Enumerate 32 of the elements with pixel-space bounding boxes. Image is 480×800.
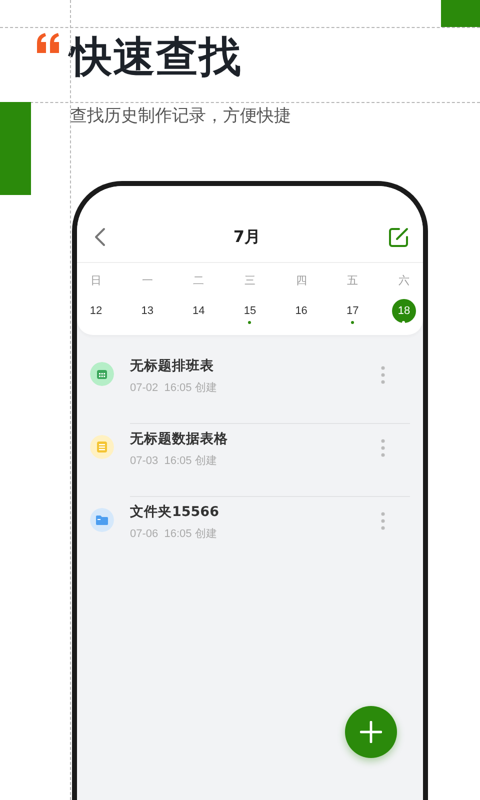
decor-block bbox=[441, 0, 480, 27]
date-cell[interactable]: 12 bbox=[84, 299, 108, 323]
weekday-label: 四 bbox=[294, 273, 308, 289]
folder-icon bbox=[90, 508, 114, 532]
add-button[interactable] bbox=[345, 706, 397, 758]
file-title[interactable]: 无标题数据表格 bbox=[130, 429, 381, 449]
grid-icon bbox=[90, 362, 114, 386]
list-icon bbox=[90, 435, 114, 459]
file-title[interactable]: 文件夹15566 bbox=[130, 502, 381, 522]
date-cell[interactable]: 13 bbox=[135, 299, 160, 323]
date-cell[interactable]: 18 bbox=[392, 299, 416, 323]
month-title: 7月 bbox=[233, 226, 261, 248]
file-timestamp: 07-03 16:05 创建 bbox=[130, 454, 218, 469]
file-title[interactable]: 无标题排班表 bbox=[130, 356, 381, 376]
plus-icon bbox=[360, 721, 382, 743]
edit-icon[interactable] bbox=[388, 226, 409, 248]
date-cell[interactable]: 14 bbox=[186, 299, 211, 323]
quote-icon bbox=[36, 33, 60, 53]
weekday-label: 一 bbox=[140, 273, 154, 289]
weekday-label: 三 bbox=[243, 273, 256, 289]
weekday-label: 二 bbox=[192, 273, 206, 289]
file-timestamp: 07-06 16:05 创建 bbox=[130, 527, 218, 542]
date-cell[interactable]: 16 bbox=[289, 299, 314, 323]
weekday-label: 五 bbox=[346, 273, 360, 289]
promo-title: 快速查找 bbox=[70, 32, 242, 82]
date-cell[interactable]: 17 bbox=[340, 299, 365, 323]
file-timestamp: 07-02 16:05 创建 bbox=[130, 381, 218, 396]
date-cell[interactable]: 15 bbox=[238, 299, 262, 323]
weekday-label: 六 bbox=[397, 273, 410, 289]
promo-subtitle: 查找历史制作记录，方便快捷 bbox=[70, 105, 292, 128]
back-icon[interactable] bbox=[94, 227, 106, 247]
weekday-label: 日 bbox=[90, 273, 102, 289]
